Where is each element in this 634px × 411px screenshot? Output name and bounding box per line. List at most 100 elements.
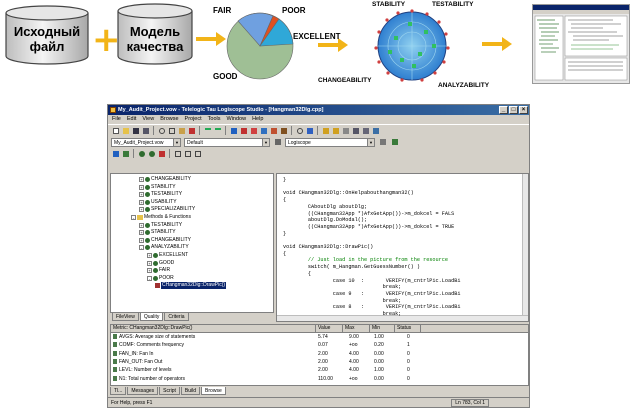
list-button[interactable]: [183, 149, 192, 158]
new-file-button[interactable]: [111, 126, 120, 135]
tree-item[interactable]: + TESTABILITY: [139, 222, 182, 229]
header-value[interactable]: Value: [316, 325, 343, 333]
paste-button[interactable]: [177, 126, 186, 135]
tree-item[interactable]: - Methods & Functions: [131, 214, 191, 221]
tree-item[interactable]: + FAIR: [147, 267, 170, 274]
header-max[interactable]: Max: [343, 325, 370, 333]
header-status[interactable]: Status: [395, 325, 421, 333]
collapse-icon[interactable]: -: [147, 275, 152, 281]
close-button[interactable]: ×: [519, 106, 528, 114]
graph-button[interactable]: [173, 149, 182, 158]
expand-icon[interactable]: +: [147, 260, 152, 266]
table-row[interactable]: FAN_OUT: Fan Out 2.00 4.00 0.00 0: [111, 358, 528, 367]
redo-button[interactable]: [213, 126, 222, 135]
metrics-button[interactable]: [137, 149, 146, 158]
search-button[interactable]: [295, 126, 304, 135]
menu-browse[interactable]: Browse: [160, 115, 178, 124]
expand-icon[interactable]: +: [139, 230, 144, 236]
tab-browse[interactable]: Browse: [201, 387, 226, 395]
tab-tl[interactable]: Tl...: [110, 387, 127, 395]
tree-item[interactable]: + USABILITY: [139, 199, 177, 206]
tree-item[interactable]: + STABILITY: [139, 229, 176, 236]
tree-item[interactable]: CHangman32Dlg::DrawPic(): [155, 282, 227, 290]
menu-edit[interactable]: Edit: [127, 115, 136, 124]
report-button[interactable]: [279, 126, 288, 135]
delete-button[interactable]: [187, 126, 196, 135]
tab-script[interactable]: Script: [159, 387, 180, 395]
forward-button[interactable]: [331, 126, 340, 135]
title-bar[interactable]: My_Audit_Project.vow - Telelogic Tau Log…: [108, 105, 529, 115]
expand-icon[interactable]: +: [139, 222, 144, 228]
table-row[interactable]: COMF: Comments frequency 0.07 +oo 0.20 1: [111, 342, 528, 350]
save-all-button[interactable]: [141, 126, 150, 135]
rules-button[interactable]: [269, 126, 278, 135]
collapse-icon[interactable]: -: [139, 245, 144, 251]
table-button[interactable]: [193, 149, 202, 158]
code-editor[interactable]: } void CHangman32Dlg::OnHelpabouthangman3…: [276, 173, 529, 322]
expand-icon[interactable]: +: [147, 253, 152, 258]
menu-view[interactable]: View: [142, 115, 154, 124]
expand-icon[interactable]: +: [139, 237, 144, 243]
options-button[interactable]: [378, 138, 387, 147]
tree-item[interactable]: + CHANGEABILITY: [139, 176, 191, 183]
config-combo[interactable]: Default ▼: [184, 137, 270, 147]
tree-item[interactable]: + EXCELLENT: [147, 252, 188, 259]
expand-icon[interactable]: +: [139, 177, 144, 182]
tree-item[interactable]: - POOR: [147, 275, 174, 282]
menu-project[interactable]: Project: [185, 115, 202, 124]
tree-item[interactable]: + TESTABILITY: [139, 191, 182, 198]
factors-button[interactable]: [147, 149, 156, 158]
minimize-button[interactable]: _: [499, 106, 508, 114]
tool-combo[interactable]: Logiscope ▼: [285, 137, 375, 147]
find-button[interactable]: [361, 126, 370, 135]
tab-criteria[interactable]: Criteria: [164, 313, 189, 321]
editor-vertical-scrollbar[interactable]: [522, 174, 528, 321]
undo-button[interactable]: [203, 126, 212, 135]
menu-window[interactable]: Window: [227, 115, 247, 124]
criteria-button[interactable]: [157, 149, 166, 158]
build-button[interactable]: [229, 126, 238, 135]
tab-build[interactable]: Build: [180, 387, 201, 395]
expand-icon[interactable]: +: [139, 192, 144, 198]
expand-icon[interactable]: +: [147, 268, 152, 274]
help-button[interactable]: [305, 126, 314, 135]
table-row[interactable]: N1: Total number of operators 110.00 +oo 0.…: [111, 375, 528, 384]
expand-icon[interactable]: +: [139, 207, 144, 213]
save-button[interactable]: [131, 126, 140, 135]
header-metric[interactable]: Metric: CHangman32Dlg::DrawPic(): [111, 325, 316, 333]
window-button[interactable]: [371, 126, 380, 135]
tree-view-button[interactable]: [121, 149, 130, 158]
tree-item[interactable]: - ANALYZABILITY: [139, 244, 189, 251]
collapse-icon[interactable]: -: [131, 215, 136, 220]
stop-button[interactable]: [239, 126, 248, 135]
run-button[interactable]: [249, 126, 258, 135]
quality-button[interactable]: [259, 126, 268, 135]
tab-messages[interactable]: Messages: [127, 387, 159, 395]
class-view-button[interactable]: [111, 149, 120, 158]
cut-button[interactable]: [157, 126, 166, 135]
tab-quality[interactable]: Quality: [139, 313, 164, 321]
back-button[interactable]: [321, 126, 330, 135]
go-up-button[interactable]: [341, 126, 350, 135]
open-folder-button[interactable]: [121, 126, 130, 135]
bookmark-button[interactable]: [351, 126, 360, 135]
copy-button[interactable]: [167, 126, 176, 135]
tree-item[interactable]: + CHANGEABILITY: [139, 237, 191, 244]
table-row[interactable]: AVGS: Average size of statements 5.74 9.00…: [111, 334, 528, 342]
tree-item[interactable]: + SPECIALIZABILITY: [139, 206, 195, 213]
expand-icon[interactable]: +: [139, 184, 144, 190]
settings-button[interactable]: [273, 138, 282, 147]
tree-item[interactable]: + STABILITY: [139, 184, 176, 191]
project-combo[interactable]: My_Audit_Project.vow ▼: [111, 137, 181, 147]
tab-fileview[interactable]: FileView: [112, 313, 139, 321]
table-row[interactable]: FAN_IN: Fan In 2.00 4.00 0.00 0: [111, 350, 528, 359]
maximize-button[interactable]: □: [509, 106, 518, 114]
tree-item[interactable]: + GOOD: [147, 260, 174, 267]
menu-file[interactable]: File: [112, 115, 121, 124]
expand-icon[interactable]: +: [139, 199, 144, 205]
table-row[interactable]: LEVL: Number of levels 2.00 4.00 1.00 0: [111, 367, 528, 375]
menu-tools[interactable]: Tools: [208, 115, 221, 124]
refresh-button[interactable]: [390, 138, 399, 147]
header-min[interactable]: Min: [370, 325, 395, 333]
menu-help[interactable]: Help: [252, 115, 263, 124]
